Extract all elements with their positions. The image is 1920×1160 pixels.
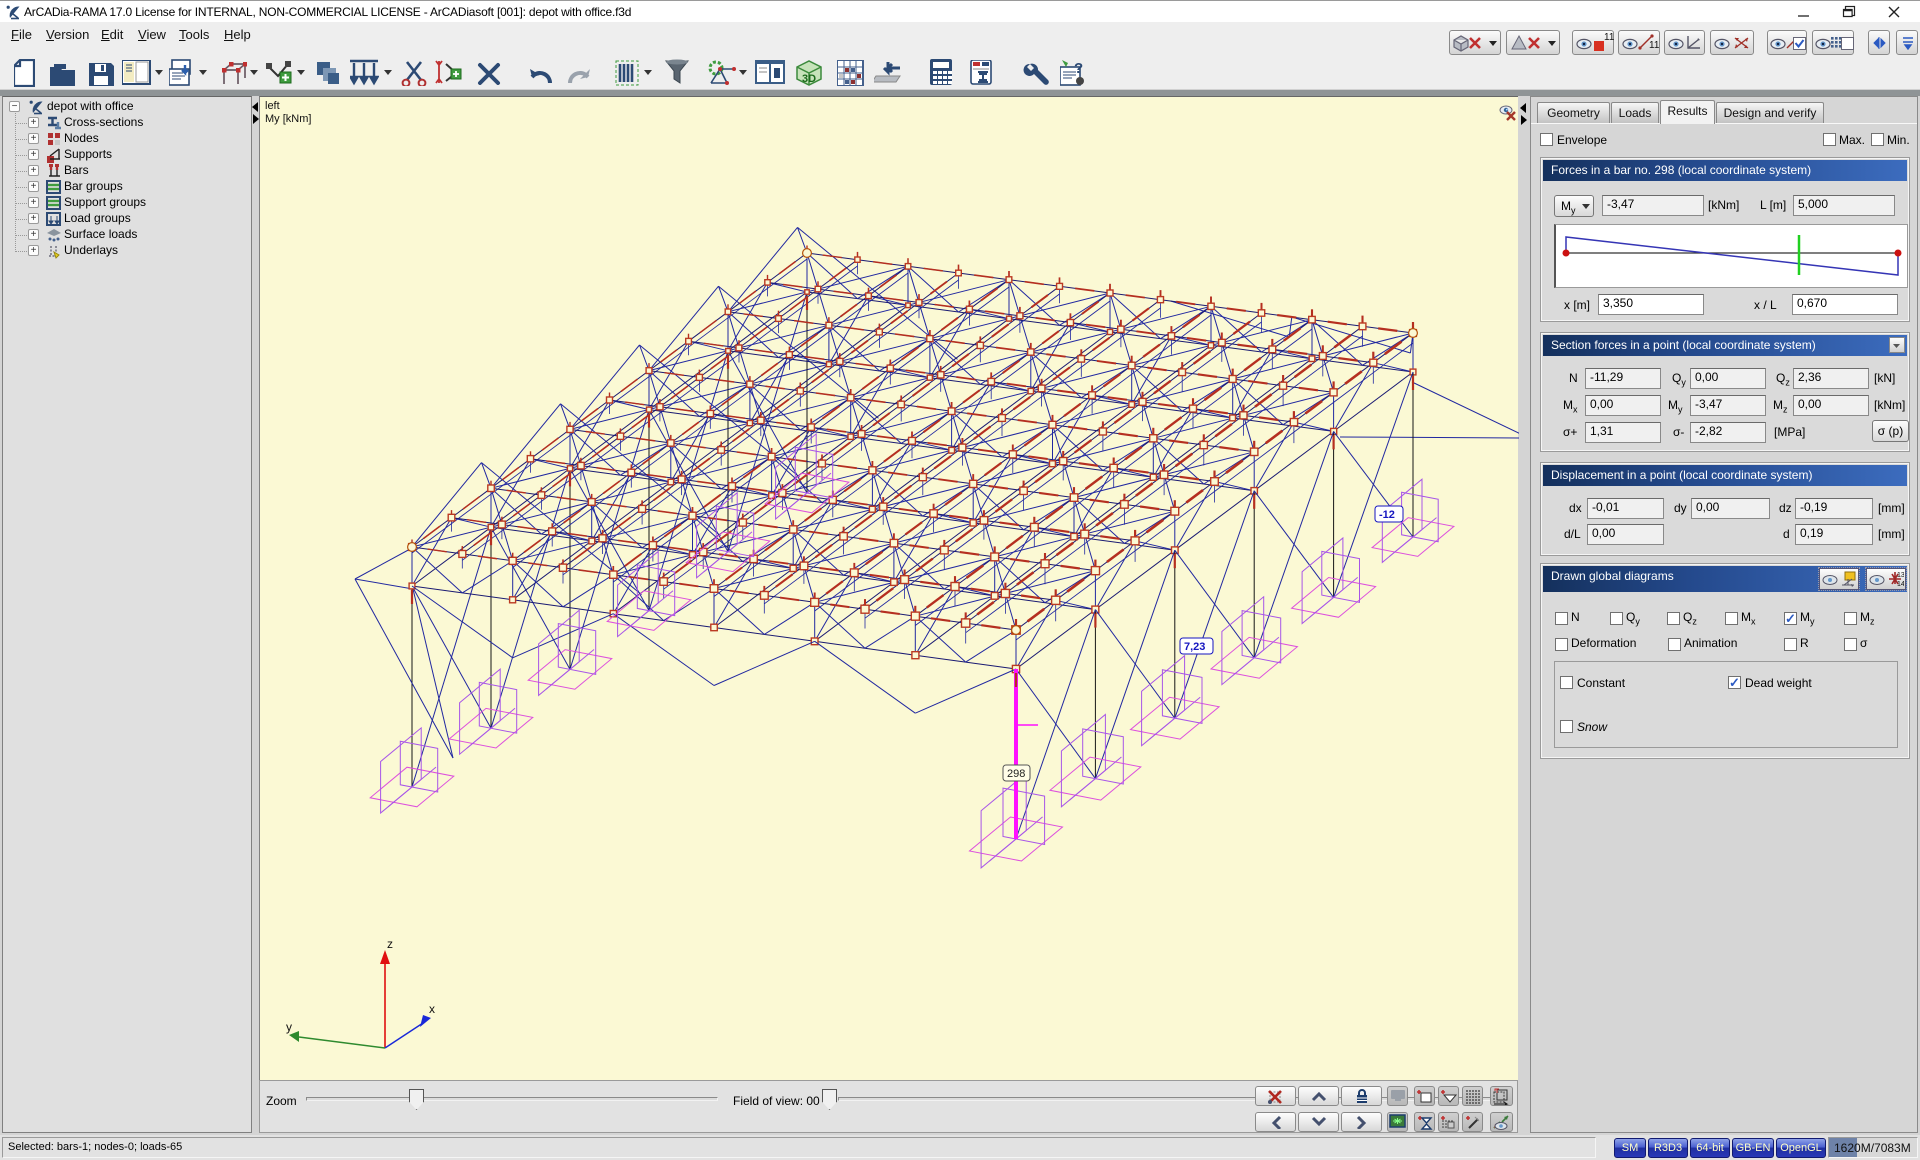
svg-text:13: 13 [1897,572,1904,579]
svg-text:298: 298 [1007,768,1025,780]
svg-text:-12: -12 [1379,509,1395,521]
svg-text:x: x [429,1002,435,1016]
svg-text:14: 14 [1897,581,1904,587]
svg-text:z: z [387,937,393,951]
svg-text:y: y [286,1020,292,1034]
svg-text:7,23: 7,23 [1184,641,1205,653]
svg-text:3D: 3D [802,73,816,85]
svg-text:?: ? [1074,60,1083,77]
